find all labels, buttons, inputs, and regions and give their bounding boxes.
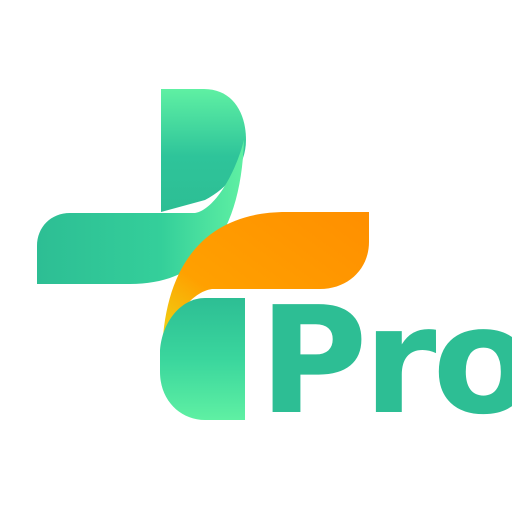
cross-bottom-arm: [160, 298, 245, 420]
logo-canvas: Pro: [0, 0, 512, 512]
logo-wordmark: Pro: [259, 275, 512, 447]
